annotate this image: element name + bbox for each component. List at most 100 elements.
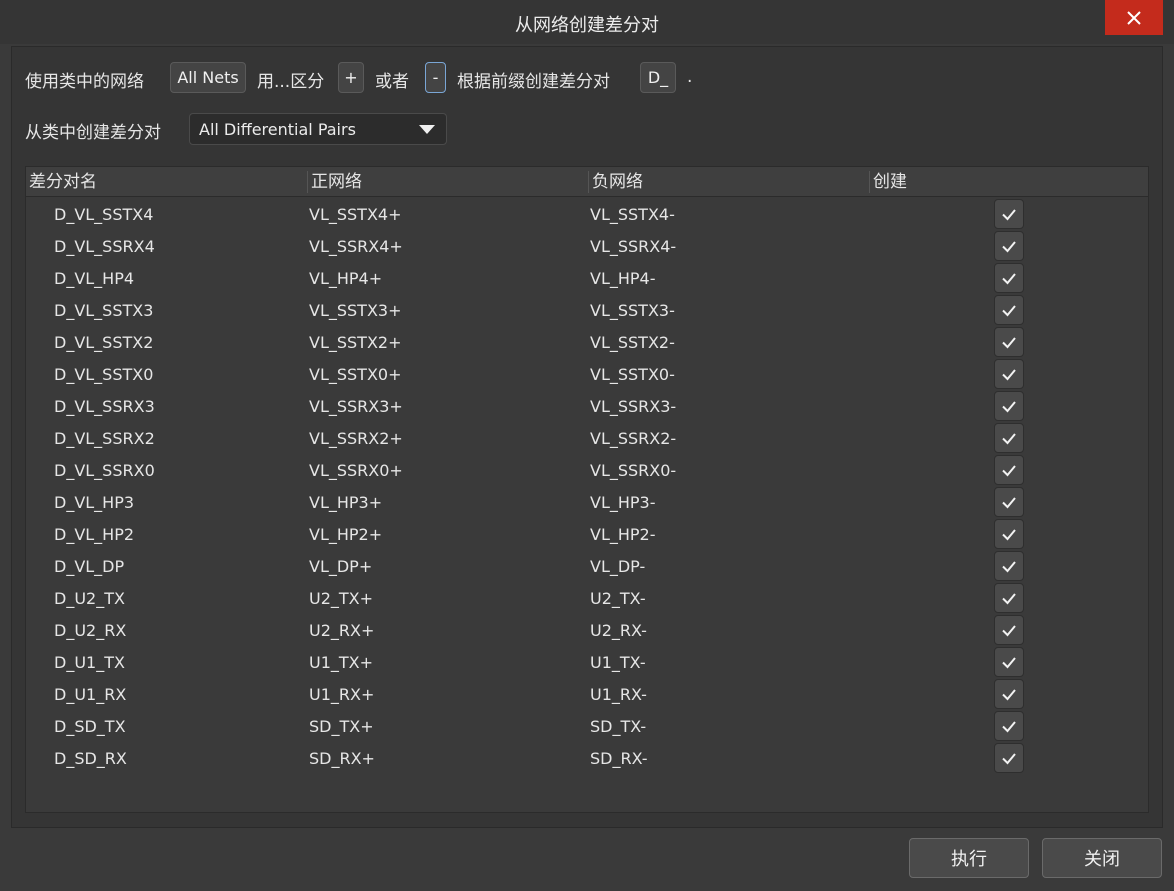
negative-suffix-field[interactable]: -: [425, 62, 446, 93]
create-checkbox[interactable]: [994, 583, 1024, 613]
positive-suffix-field[interactable]: +: [338, 62, 364, 93]
checkmark-icon: [1002, 273, 1016, 285]
close-button[interactable]: 关闭: [1042, 838, 1162, 878]
checkmark-icon: [1002, 753, 1016, 765]
positive-net-cell: VL_SSRX3+: [309, 397, 403, 416]
positive-net-cell: VL_HP3+: [309, 493, 383, 512]
close-icon: [1127, 10, 1141, 25]
table-row[interactable]: D_U2_RX U2_RX+ U2_RX-: [26, 614, 1148, 646]
pair-name-cell: D_VL_DP: [54, 557, 125, 576]
table-row[interactable]: D_VL_SSRX2 VL_SSRX2+ VL_SSRX2-: [26, 422, 1148, 454]
create-checkbox[interactable]: [994, 263, 1024, 293]
table-row[interactable]: D_VL_HP3 VL_HP3+ VL_HP3-: [26, 486, 1148, 518]
negative-net-cell: SD_TX-: [590, 717, 647, 736]
close-window-button[interactable]: [1105, 0, 1163, 35]
create-from-class-label: 从类中创建差分对: [25, 123, 161, 143]
net-class-button[interactable]: All Nets: [170, 62, 246, 93]
table-row[interactable]: D_U2_TX U2_TX+ U2_TX-: [26, 582, 1148, 614]
pair-name-cell: D_U2_RX: [54, 621, 127, 640]
table-row[interactable]: D_U1_TX U1_TX+ U1_TX-: [26, 646, 1148, 678]
table-row[interactable]: D_VL_DP VL_DP+ VL_DP-: [26, 550, 1148, 582]
negative-net-cell: VL_SSTX3-: [590, 301, 675, 320]
negative-net-cell: VL_SSTX2-: [590, 333, 675, 352]
execute-button[interactable]: 执行: [909, 838, 1029, 878]
table-row[interactable]: D_SD_TX SD_TX+ SD_TX-: [26, 710, 1148, 742]
column-header-create[interactable]: 创建: [869, 171, 907, 193]
create-checkbox[interactable]: [994, 199, 1024, 229]
negative-net-cell: VL_SSTX4-: [590, 205, 675, 224]
positive-net-cell: VL_HP4+: [309, 269, 383, 288]
positive-net-cell: VL_SSTX0+: [309, 365, 402, 384]
table-row[interactable]: D_VL_HP2 VL_HP2+ VL_HP2-: [26, 518, 1148, 550]
class-select-value: All Differential Pairs: [199, 120, 356, 139]
positive-net-cell: VL_SSTX3+: [309, 301, 402, 320]
pair-name-cell: D_VL_SSTX0: [54, 365, 154, 384]
negative-net-cell: U2_TX-: [590, 589, 646, 608]
positive-net-cell: VL_SSRX2+: [309, 429, 403, 448]
prefix-field[interactable]: D_: [640, 62, 676, 93]
checkmark-icon: [1002, 721, 1016, 733]
negative-net-cell: VL_SSRX4-: [590, 237, 677, 256]
checkmark-icon: [1002, 305, 1016, 317]
net-options-row: 使用类中的网络 All Nets 用...区分 + 或者 - 根据前缀创建差分对…: [12, 61, 1162, 95]
create-checkbox[interactable]: [994, 487, 1024, 517]
checkmark-icon: [1002, 625, 1016, 637]
table-row[interactable]: D_U1_RX U1_RX+ U1_RX-: [26, 678, 1148, 710]
positive-net-cell: VL_SSTX4+: [309, 205, 402, 224]
pair-name-cell: D_VL_SSTX2: [54, 333, 154, 352]
title-bar: 从网络创建差分对: [0, 0, 1174, 44]
table-row[interactable]: D_VL_HP4 VL_HP4+ VL_HP4-: [26, 262, 1148, 294]
pair-name-cell: D_U2_TX: [54, 589, 125, 608]
table-row[interactable]: D_VL_SSRX0 VL_SSRX0+ VL_SSRX0-: [26, 454, 1148, 486]
positive-net-cell: SD_TX+: [309, 717, 374, 736]
negative-net-cell: VL_SSRX0-: [590, 461, 677, 480]
checkmark-icon: [1002, 433, 1016, 445]
class-select[interactable]: All Differential Pairs: [189, 113, 447, 145]
pair-name-cell: D_VL_HP4: [54, 269, 135, 288]
create-checkbox[interactable]: [994, 615, 1024, 645]
create-checkbox[interactable]: [994, 711, 1024, 741]
pair-name-cell: D_VL_HP3: [54, 493, 135, 512]
create-checkbox[interactable]: [994, 231, 1024, 261]
create-checkbox[interactable]: [994, 327, 1024, 357]
use-class-label: 使用类中的网络: [25, 72, 144, 92]
dialog-body: 使用类中的网络 All Nets 用...区分 + 或者 - 根据前缀创建差分对…: [11, 46, 1163, 828]
table-row[interactable]: D_VL_SSTX3 VL_SSTX3+ VL_SSTX3-: [26, 294, 1148, 326]
pair-name-cell: D_VL_SSRX2: [54, 429, 155, 448]
or-label: 或者: [375, 72, 409, 92]
checkmark-icon: [1002, 465, 1016, 477]
pair-name-cell: D_VL_HP2: [54, 525, 135, 544]
pair-name-cell: D_VL_SSTX4: [54, 205, 154, 224]
column-header-pair-name[interactable]: 差分对名: [26, 171, 97, 193]
positive-net-cell: VL_HP2+: [309, 525, 383, 544]
negative-net-cell: VL_DP-: [590, 557, 646, 576]
positive-net-cell: U1_RX+: [309, 685, 375, 704]
negative-net-cell: VL_SSRX2-: [590, 429, 677, 448]
create-checkbox[interactable]: [994, 295, 1024, 325]
create-checkbox[interactable]: [994, 647, 1024, 677]
table-row[interactable]: D_SD_RX SD_RX+ SD_RX-: [26, 742, 1148, 774]
negative-net-cell: VL_HP4-: [590, 269, 656, 288]
table-row[interactable]: D_VL_SSTX0 VL_SSTX0+ VL_SSTX0-: [26, 358, 1148, 390]
create-checkbox[interactable]: [994, 679, 1024, 709]
period-label: .: [687, 67, 693, 87]
negative-net-cell: SD_RX-: [590, 749, 648, 768]
create-checkbox[interactable]: [994, 519, 1024, 549]
create-checkbox[interactable]: [994, 551, 1024, 581]
create-checkbox[interactable]: [994, 359, 1024, 389]
checkmark-icon: [1002, 593, 1016, 605]
create-checkbox[interactable]: [994, 423, 1024, 453]
column-header-negative-net[interactable]: 负网络: [588, 171, 643, 193]
table-row[interactable]: D_VL_SSTX2 VL_SSTX2+ VL_SSTX2-: [26, 326, 1148, 358]
pair-name-cell: D_VL_SSRX0: [54, 461, 155, 480]
negative-net-cell: U2_RX-: [590, 621, 647, 640]
checkmark-icon: [1002, 209, 1016, 221]
table-row[interactable]: D_VL_SSRX3 VL_SSRX3+ VL_SSRX3-: [26, 390, 1148, 422]
create-checkbox[interactable]: [994, 743, 1024, 773]
negative-net-cell: VL_SSRX3-: [590, 397, 677, 416]
table-row[interactable]: D_VL_SSRX4 VL_SSRX4+ VL_SSRX4-: [26, 230, 1148, 262]
create-checkbox[interactable]: [994, 455, 1024, 485]
column-header-positive-net[interactable]: 正网络: [307, 171, 362, 193]
table-row[interactable]: D_VL_SSTX4 VL_SSTX4+ VL_SSTX4-: [26, 198, 1148, 230]
create-checkbox[interactable]: [994, 391, 1024, 421]
